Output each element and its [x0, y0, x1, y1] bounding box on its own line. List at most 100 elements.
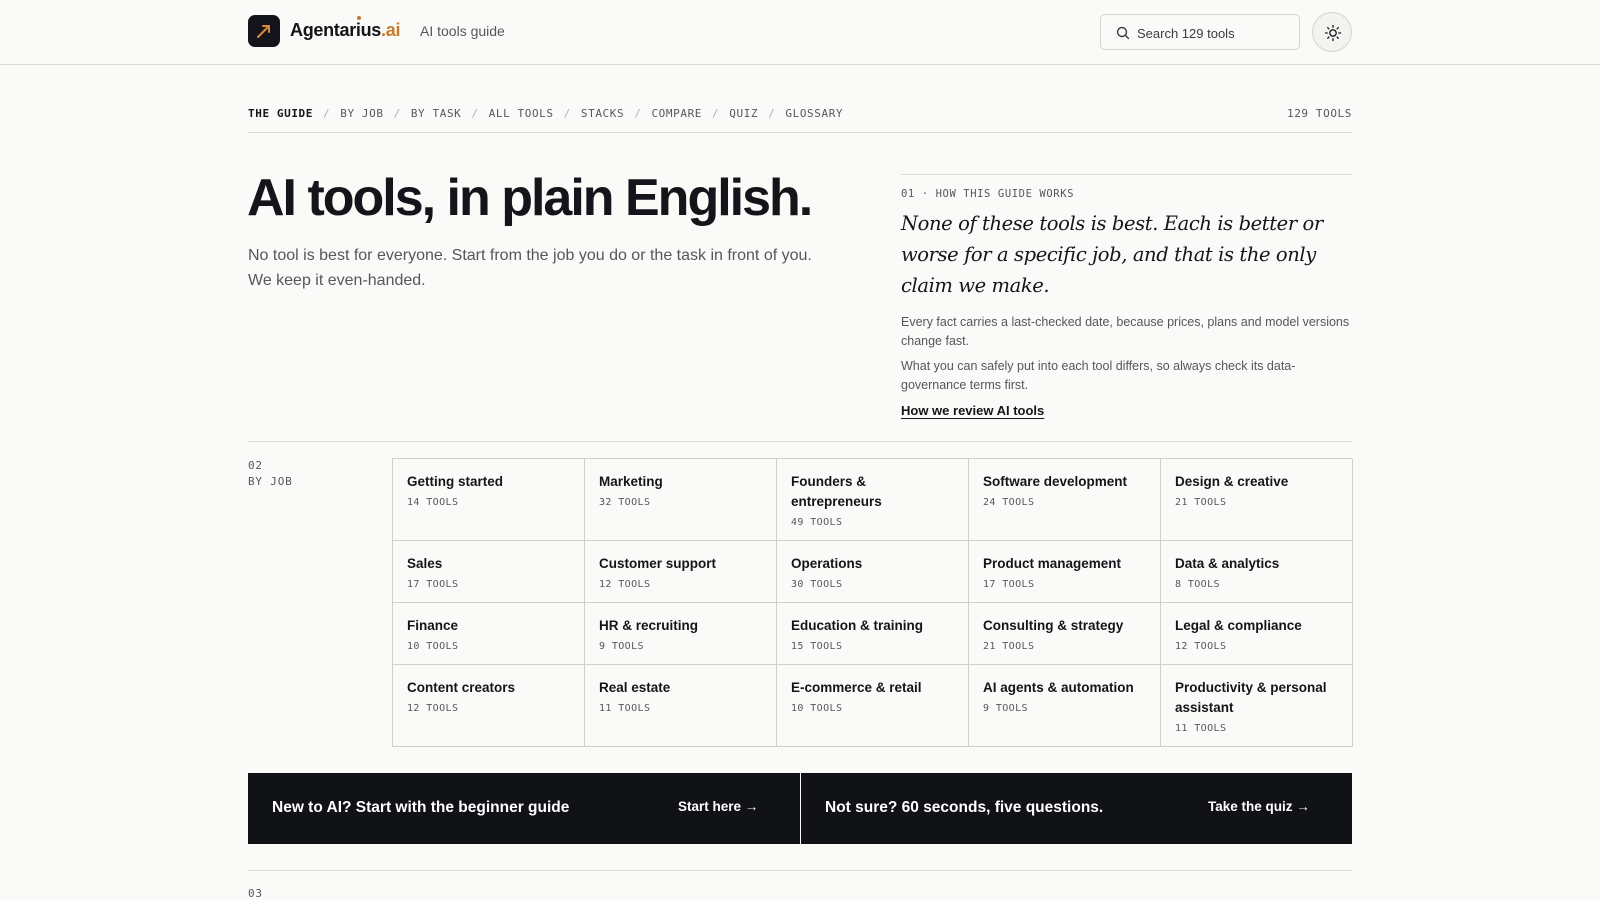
brand-suffix: .ai: [381, 20, 401, 40]
job-name: Product management: [983, 556, 1122, 571]
job-card[interactable]: Finance 10 TOOLS: [393, 603, 585, 665]
beginner-guide-banner[interactable]: New to AI? Start with the beginner guide…: [248, 773, 800, 844]
job-name: Getting started: [407, 474, 504, 489]
job-card[interactable]: Content creators 12 TOOLS: [393, 665, 585, 747]
job-tool-count: 14 TOOLS: [407, 497, 459, 508]
how-section-label: 01 · HOW THIS GUIDE WORKS: [901, 188, 1075, 200]
job-card[interactable]: Founders & entrepreneurs 49 TOOLS: [777, 459, 969, 541]
nav-item-all-tools[interactable]: ALL TOOLS: [489, 107, 554, 120]
page-subtitle: No tool is best for everyone. Start from…: [248, 247, 812, 289]
start-here-link[interactable]: Start here →: [678, 799, 758, 814]
job-card[interactable]: Product management 17 TOOLS: [969, 541, 1161, 603]
logo-icon[interactable]: [248, 15, 280, 47]
quiz-banner[interactable]: Not sure? 60 seconds, five questions. Ta…: [801, 773, 1352, 844]
job-tool-count: 17 TOOLS: [407, 579, 459, 590]
job-tool-count: 10 TOOLS: [791, 703, 843, 714]
job-name: Operations: [791, 556, 863, 571]
nav-item-compare[interactable]: COMPARE: [651, 107, 702, 120]
nav-separator: /: [393, 107, 401, 120]
section-divider: [248, 441, 1352, 442]
job-card[interactable]: Productivity & personal assistant 11 TOOL…: [1161, 665, 1353, 747]
top-bar: Agentarius.ai AI tools guide: [0, 0, 1600, 65]
nav-separator: /: [471, 107, 479, 120]
by-job-number: 02: [248, 459, 263, 472]
job-name: Content creators: [407, 680, 516, 695]
job-tool-count: 11 TOOLS: [1175, 723, 1227, 734]
job-name: Real estate: [599, 680, 671, 695]
job-tool-count: 10 TOOLS: [407, 641, 459, 652]
nav-item-the-guide[interactable]: THE GUIDE: [248, 107, 313, 120]
section-nav-list: THE GUIDE / BY JOB / BY TASK / ALL TOOLS / STACK…: [248, 107, 1352, 120]
next-section-number: 03: [248, 887, 263, 900]
section-divider: [248, 870, 1352, 871]
how-paragraph-governance: What you can safely put into each tool d…: [901, 359, 1296, 392]
theme-toggle-button[interactable]: [1312, 12, 1352, 52]
job-tool-count: 12 TOOLS: [407, 703, 459, 714]
sun-icon: [1324, 24, 1342, 42]
job-tool-count: 24 TOOLS: [983, 497, 1035, 508]
job-name: Customer support: [599, 556, 717, 571]
job-tool-count: 17 TOOLS: [983, 579, 1035, 590]
brand-name-text: Agentarius: [290, 20, 382, 40]
job-name: Marketing: [599, 474, 663, 489]
nav-item-by-job[interactable]: BY JOB: [340, 107, 383, 120]
job-name: Finance: [407, 618, 459, 633]
total-tool-count: 129 TOOLS: [1286, 107, 1352, 120]
nav-item-glossary[interactable]: GLOSSARY: [785, 107, 843, 120]
how-guide-works: 01 · HOW THIS GUIDE WORKS None of these …: [901, 174, 1352, 420]
job-tool-count: 11 TOOLS: [599, 703, 651, 714]
quiz-banner-text: Not sure? 60 seconds, five questions.: [825, 799, 1104, 816]
job-tool-count: 30 TOOLS: [791, 579, 843, 590]
job-card[interactable]: E-commerce & retail 10 TOOLS: [777, 665, 969, 747]
nav-separator: /: [323, 107, 331, 120]
how-paragraph-dates: Every fact carries a last-checked date, …: [901, 315, 1350, 348]
nav-separator: /: [768, 107, 776, 120]
job-card[interactable]: Customer support 12 TOOLS: [585, 541, 777, 603]
review-method-link[interactable]: How we review AI tools: [901, 403, 1044, 418]
job-name: Design & creative: [1175, 474, 1289, 489]
job-tool-count: 32 TOOLS: [599, 497, 651, 508]
page-title: AI tools, in plain English.: [247, 169, 813, 227]
nav-item-quiz[interactable]: QUIZ: [729, 107, 758, 120]
section-nav: THE GUIDE / BY JOB / BY TASK / ALL TOOLS / STACK…: [248, 107, 1352, 133]
job-name: Software development: [983, 474, 1128, 489]
nav-item-by-task[interactable]: BY TASK: [411, 107, 462, 120]
job-card[interactable]: Consulting & strategy 21 TOOLS: [969, 603, 1161, 665]
job-card[interactable]: Data & analytics 8 TOOLS: [1161, 541, 1353, 603]
job-card[interactable]: AI agents & automation 9 TOOLS: [969, 665, 1161, 747]
job-card[interactable]: HR & recruiting 9 TOOLS: [585, 603, 777, 665]
job-card[interactable]: Design & creative 21 TOOLS: [1161, 459, 1353, 541]
job-name: Founders & entrepreneurs: [791, 474, 882, 509]
nav-item-stacks[interactable]: STACKS: [581, 107, 624, 120]
job-tool-count: 49 TOOLS: [791, 517, 843, 528]
job-card[interactable]: Education & training 15 TOOLS: [777, 603, 969, 665]
job-card[interactable]: Marketing 32 TOOLS: [585, 459, 777, 541]
job-card[interactable]: Real estate 11 TOOLS: [585, 665, 777, 747]
job-name: Sales: [407, 556, 443, 571]
job-name: AI agents & automation: [983, 680, 1134, 695]
job-card[interactable]: Operations 30 TOOLS: [777, 541, 969, 603]
job-card[interactable]: Sales 17 TOOLS: [393, 541, 585, 603]
nav-separator: /: [563, 107, 571, 120]
brand-name[interactable]: Agentarius.ai: [290, 20, 400, 41]
job-grid: Getting started 14 TOOLS Marketing 32 TOOLS…: [392, 458, 1353, 747]
job-card[interactable]: Software development 24 TOOLS: [969, 459, 1161, 541]
job-tool-count: 9 TOOLS: [599, 641, 644, 652]
job-card[interactable]: Getting started 14 TOOLS: [393, 459, 585, 541]
job-card[interactable]: Legal & compliance 12 TOOLS: [1161, 603, 1353, 665]
search-input[interactable]: [1137, 23, 1292, 43]
job-tool-count: 21 TOOLS: [983, 641, 1035, 652]
take-quiz-link[interactable]: Take the quiz →: [1208, 799, 1310, 814]
job-name: Productivity & personal assistant: [1175, 680, 1327, 715]
job-name: Consulting & strategy: [983, 618, 1124, 633]
search-icon: [1116, 26, 1130, 40]
nav-separator: /: [634, 107, 642, 120]
job-name: Data & analytics: [1175, 556, 1280, 571]
job-name: Legal & compliance: [1175, 618, 1302, 633]
job-tool-count: 9 TOOLS: [983, 703, 1028, 714]
search-box[interactable]: [1100, 14, 1300, 50]
job-tool-count: 12 TOOLS: [599, 579, 651, 590]
brand-accent-dot: [357, 16, 361, 20]
job-tool-count: 15 TOOLS: [791, 641, 843, 652]
job-tool-count: 21 TOOLS: [1175, 497, 1227, 508]
